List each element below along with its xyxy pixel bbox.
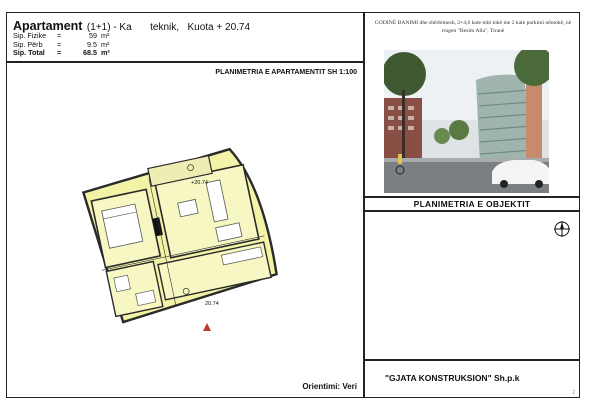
north-arrow-icon bbox=[554, 221, 570, 237]
area-unit: m² bbox=[101, 48, 110, 58]
object-plan-title: PLANIMETRIA E OBJEKTIT bbox=[413, 199, 531, 209]
page-number: 2 bbox=[572, 390, 575, 396]
area-equals: = bbox=[57, 48, 62, 58]
company-title-block: "GJATA KONSTRUKSION" Sh.p.k 2 bbox=[364, 360, 580, 398]
apartment-floor: teknik, bbox=[150, 22, 180, 33]
area-table: Sip. Fizike = 59 m² Sip. Përb = 9.5 m² S… bbox=[13, 31, 110, 58]
area-row-total: Sip. Total = 68.5 m² bbox=[13, 49, 110, 58]
object-plan-title-bar: PLANIMETRIA E OBJEKTIT bbox=[364, 197, 580, 211]
plan-level-label-top: +20.74 bbox=[191, 180, 208, 186]
area-label: Sip. Total bbox=[13, 48, 45, 58]
apartment-header: Apartament (1+1) - Ka teknik, Kuota + 20… bbox=[6, 12, 364, 62]
project-description: GODINË BANIMI dhe shërbimesh, 2+4,6 kate… bbox=[374, 20, 572, 34]
plan-level-label-bottom: 20.74 bbox=[205, 301, 219, 307]
apartment-level: Kuota + 20.74 bbox=[187, 22, 251, 33]
apartment-floor-plan: +20.74 20.74 bbox=[81, 147, 278, 331]
orientation-label: Orientimi: Veri bbox=[302, 382, 357, 391]
plan-title: PLANIMETRIA E APARTAMENTIT SH 1:100 bbox=[215, 69, 357, 76]
object-plan-panel bbox=[364, 211, 580, 360]
entrance-marker-icon bbox=[203, 323, 211, 331]
apartment-plan-panel: PLANIMETRIA E APARTAMENTIT SH 1:100 +20.… bbox=[6, 62, 364, 398]
drawing-sheet: Apartament (1+1) - Ka teknik, Kuota + 20… bbox=[6, 12, 580, 398]
area-value: 68.5 bbox=[83, 48, 97, 58]
building-render-image bbox=[384, 50, 549, 193]
project-panel: GODINË BANIMI dhe shërbimesh, 2+4,6 kate… bbox=[364, 12, 580, 197]
company-name: "GJATA KONSTRUKSION" Sh.p.k bbox=[385, 373, 520, 383]
